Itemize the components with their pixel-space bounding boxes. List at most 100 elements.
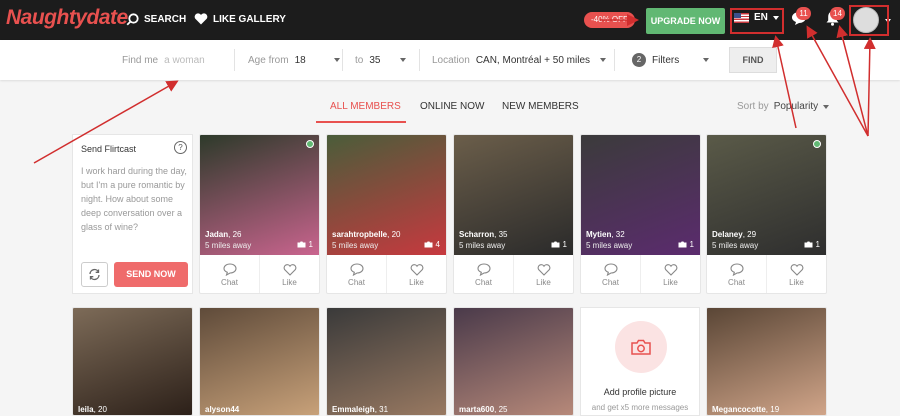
online-indicator [306, 140, 314, 148]
member-actions: Chat Like [200, 255, 319, 293]
nav-search[interactable]: SEARCH [126, 13, 186, 26]
flirtcast-card: Send Flirtcast ? I work hard during the … [72, 134, 193, 294]
member-photo[interactable]: Delaney, 29 5 miles away 1 [707, 135, 826, 255]
member-card[interactable]: sarahtropbelle, 20 5 miles away 4 Chat Like [326, 134, 447, 294]
member-photo[interactable]: leila, 20 [73, 308, 192, 415]
logo[interactable]: Naughtydate [6, 6, 128, 30]
sort-label: Sort by [737, 101, 769, 112]
find-button[interactable]: FIND [729, 47, 777, 73]
camera-icon [804, 241, 813, 248]
member-card[interactable]: Emmaleigh, 31 [326, 307, 447, 416]
photo-count: 4 [424, 240, 440, 249]
find-me-select[interactable]: Find me a woman [122, 47, 205, 73]
photo-count: 1 [551, 240, 567, 249]
member-photo[interactable]: Megancocotte, 19 [707, 308, 826, 415]
upgrade-button[interactable]: UPGRADE NOW [646, 8, 725, 34]
chat-bubble-icon [222, 263, 237, 276]
photo-count: 1 [297, 240, 313, 249]
member-actions: Chat Like [707, 255, 826, 293]
heart-icon [410, 263, 423, 276]
chat-button[interactable]: Chat [454, 255, 513, 293]
photo-count-value: 1 [562, 240, 567, 249]
add-profile-picture-card[interactable]: Add profile picture and get x5 more mess… [580, 307, 700, 416]
help-icon[interactable]: ? [174, 141, 187, 154]
member-username: leila [78, 405, 94, 414]
chat-button[interactable]: Chat [327, 255, 386, 293]
member-card[interactable]: marta600, 25 [453, 307, 574, 416]
tab-all-members[interactable]: ALL MEMBERS [330, 101, 401, 112]
member-username: marta600 [459, 405, 495, 414]
chat-button[interactable]: Chat [581, 255, 640, 293]
member-photo[interactable]: alyson44 [200, 308, 319, 415]
like-button[interactable]: Like [513, 255, 573, 293]
member-actions: Chat Like [454, 255, 573, 293]
heart-icon [194, 13, 208, 25]
member-photo[interactable]: Jadan, 26 5 miles away 1 [200, 135, 319, 255]
member-card[interactable]: Delaney, 29 5 miles away 1 Chat Like [706, 134, 827, 294]
tab-new-members[interactable]: NEW MEMBERS [502, 101, 579, 112]
photo-count-value: 1 [308, 240, 313, 249]
add-picture-title: Add profile picture [603, 387, 677, 397]
age-to-select[interactable]: to 35 [355, 47, 407, 73]
nav-like-gallery-label: LIKE GALLERY [213, 13, 286, 25]
member-photo[interactable]: marta600, 25 [454, 308, 573, 415]
like-button[interactable]: Like [259, 255, 319, 293]
divider [419, 49, 420, 71]
notifications-count-badge: 14 [830, 7, 845, 20]
annotation-box-language [730, 8, 784, 34]
tab-online-now[interactable]: ONLINE NOW [420, 101, 484, 112]
member-card[interactable]: Scharron, 35 5 miles away 1 Chat Like [453, 134, 574, 294]
send-now-button[interactable]: SEND NOW [114, 262, 188, 287]
nav-like-gallery[interactable]: LIKE GALLERY [194, 13, 286, 25]
location-select[interactable]: Location CAN, Montréal + 50 miles [432, 47, 607, 73]
search-icon [126, 13, 139, 26]
chat-label: Chat [602, 278, 619, 287]
divider [342, 49, 343, 71]
refresh-button[interactable] [81, 262, 108, 287]
member-photo[interactable]: Mytien, 32 5 miles away 1 [581, 135, 700, 255]
photo-count: 1 [804, 240, 820, 249]
member-card[interactable]: alyson44 [199, 307, 320, 416]
chevron-down-icon [400, 58, 407, 62]
member-username: Emmaleigh [332, 405, 375, 414]
member-photo[interactable]: sarahtropbelle, 20 5 miles away 4 [327, 135, 446, 255]
age-from-select[interactable]: Age from 18 [248, 47, 340, 73]
chevron-down-icon [823, 104, 830, 109]
member-name: Scharron, 35 [459, 230, 507, 239]
chat-bubble-icon [729, 263, 744, 276]
chat-bubble-icon [349, 263, 364, 276]
chat-bubble-icon [603, 263, 618, 276]
divider [614, 49, 615, 71]
like-button[interactable]: Like [386, 255, 446, 293]
member-username: Scharron [459, 230, 495, 239]
member-card[interactable]: leila, 20 [72, 307, 193, 416]
member-age: , 20 [93, 405, 107, 414]
filters-button[interactable]: 2 Filters [632, 47, 710, 73]
age-to-label: to [355, 54, 364, 66]
member-username: Delaney [712, 230, 743, 239]
member-card[interactable]: Jadan, 26 5 miles away 1 Chat Like [199, 134, 320, 294]
member-age: , 25 [494, 405, 508, 414]
age-from-label: Age from [248, 54, 289, 66]
age-to-value: 35 [369, 54, 381, 66]
heart-icon [537, 263, 550, 276]
chat-button[interactable]: Chat [200, 255, 259, 293]
member-card[interactable]: Megancocotte, 19 [706, 307, 827, 416]
member-photo[interactable]: Scharron, 35 5 miles away 1 [454, 135, 573, 255]
chat-button[interactable]: Chat [707, 255, 766, 293]
like-button[interactable]: Like [640, 255, 700, 293]
camera-icon [297, 241, 306, 248]
like-button[interactable]: Like [766, 255, 826, 293]
sort-selector[interactable]: Sort by Popularity [737, 101, 830, 112]
member-distance: 5 miles away [712, 241, 759, 250]
member-photo[interactable]: Emmaleigh, 31 [327, 308, 446, 415]
member-name: Delaney, 29 [712, 230, 756, 239]
member-name: Mytien, 32 [586, 230, 625, 239]
member-age: , 29 [742, 230, 757, 239]
member-name: Emmaleigh, 31 [332, 405, 388, 414]
chevron-down-icon [600, 58, 607, 62]
member-card[interactable]: Mytien, 32 5 miles away 1 Chat Like [580, 134, 701, 294]
annotation-box-avatar [849, 5, 889, 36]
member-name: marta600, 25 [459, 405, 507, 414]
camera-icon [424, 241, 433, 248]
